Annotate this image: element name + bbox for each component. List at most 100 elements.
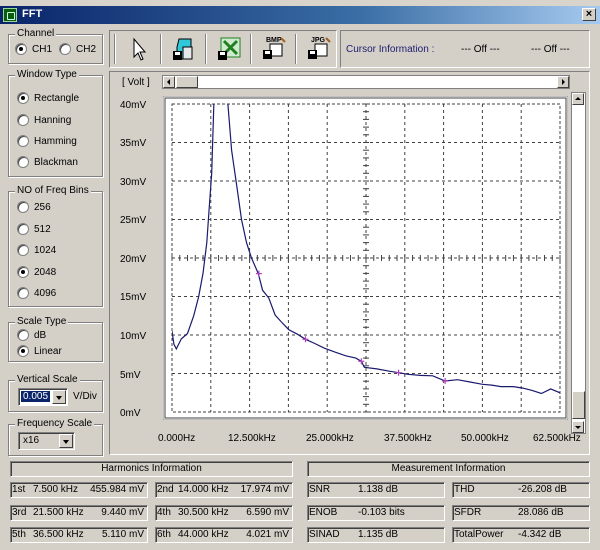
toolbar-separator [250,34,252,64]
harmonic-amplitude: 4.021 mV [246,529,289,540]
radio-bins-512[interactable]: 512 [17,223,51,235]
save-bmp-button[interactable]: BMP [253,33,293,65]
measurement-cell: SFDR 28.086 dB [452,505,590,521]
harmonic-amplitude: 455.984 mV [90,484,144,495]
radio-label: Hanning [34,114,72,126]
radio-hanning[interactable]: Hanning [17,114,71,126]
vertical-scale-select[interactable]: 0.005 [18,388,68,406]
radio-ch2[interactable]: CH2 [59,43,96,55]
x-tick-label: 0.000Hz [158,433,196,444]
harmonic-frequency: 21.500 kHz [33,507,84,518]
cursor-info-panel: Cursor Information : --- Off --- --- Off… [340,30,590,68]
radio-linear[interactable]: Linear [17,345,62,357]
scroll-up-button[interactable] [572,93,584,105]
save-data-button[interactable] [163,33,203,65]
harmonic-cell: 1st 7.500 kHz 455.984 mV [10,482,148,498]
harmonic-order: 1st [12,484,26,495]
measurement-name: TotalPower [454,529,504,540]
chevron-down-icon[interactable] [52,390,66,404]
measurement-cell: SINAD 1.135 dB [307,527,445,543]
bmp-save-icon: BMP [263,37,286,59]
harmonic-cell: 5th 36.500 kHz 5.110 mV [10,527,148,543]
radio-label: dB [34,329,47,341]
measurement-title: Measurement Information [307,461,590,477]
close-button[interactable]: × [582,8,596,21]
measurement-value: -26.208 dB [518,484,567,495]
scroll-thumb[interactable] [572,391,585,419]
scroll-right-button[interactable] [557,76,569,88]
measurement-name: SFDR [454,507,482,518]
radio-bins-1024[interactable]: 1024 [17,244,56,256]
window-type-group-label: Window Type [15,69,79,80]
radio-dot [17,156,29,168]
radio-label: CH2 [76,43,97,55]
radio-label: Rectangle [34,92,80,104]
measurement-cell: SNR 1.138 dB [307,482,445,498]
harmonic-order: 4th [157,507,171,518]
measurement-name: ENOB [309,507,338,518]
radio-hamming[interactable]: Hamming [17,135,77,147]
y-tick-label: 20mV [120,254,147,265]
export-excel-button[interactable] [208,33,248,65]
harmonic-frequency: 30.500 kHz [178,507,229,518]
radio-label: Blackman [34,156,78,168]
y-tick-label: 5mV [120,370,141,381]
harmonic-order: 3rd [12,507,27,518]
frequency-scale-select[interactable]: x16 [18,432,75,450]
save-disk-icon [173,38,193,60]
radio-bins-2048[interactable]: 2048 [17,266,56,278]
spectrum-chart[interactable] [163,96,568,420]
x-tick-label: 37.500kHz [384,433,432,444]
bmp-badge: BMP [266,37,282,44]
harmonic-cell: 2nd 14.000 kHz 17.974 mV [155,482,293,498]
scroll-down-button[interactable] [572,421,584,433]
measurement-value: -0.103 bits [358,507,405,518]
cursor-button[interactable] [118,33,158,65]
radio-rectangle[interactable]: Rectangle [17,92,79,104]
radio-bins-256[interactable]: 256 [17,201,51,213]
freq-bins-group-label: NO of Freq Bins [15,185,91,196]
radio-ch1[interactable]: CH1 [15,43,52,55]
channel-group: Channel CH1 CH2 [8,28,103,64]
scroll-thumb[interactable] [176,76,198,88]
close-icon: × [585,8,593,20]
x-tick-label: 62.500kHz [533,433,581,444]
vertical-scale-group: Vertical Scale 0.005 V/Div [8,374,103,412]
measurement-value: 28.086 dB [518,507,564,518]
cursor-value-2: --- Off --- [531,44,570,55]
harmonic-frequency: 36.500 kHz [33,529,84,540]
unit-label: [ Volt ] [122,77,150,88]
radio-dot [59,43,71,55]
vertical-scrollbar[interactable] [571,92,586,434]
measurement-value: 1.138 dB [358,484,399,495]
x-tick-label: 50.000kHz [461,433,509,444]
frequency-scale-value: x16 [23,435,40,446]
horizontal-scrollbar[interactable] [162,75,570,89]
vertical-scale-unit: V/Div [73,391,97,402]
radio-label: 4096 [34,287,57,299]
harmonics-title: Harmonics Information [10,461,293,477]
radio-bins-4096[interactable]: 4096 [17,287,56,299]
measurement-cell: ENOB -0.103 bits [307,505,445,521]
scale-type-group: Scale Type dB Linear [8,316,103,362]
radio-dot [17,244,29,256]
channel-group-label: Channel [15,28,57,39]
chevron-down-icon[interactable] [59,434,73,448]
toolbar: BMP JPG [109,30,337,68]
radio-db[interactable]: dB [17,329,46,341]
y-tick-label: 15mV [120,292,147,303]
measurement-value: 1.135 dB [358,529,399,540]
harmonic-amplitude: 9.440 mV [101,507,144,518]
y-tick-label: 35mV [120,138,147,149]
harmonic-order: 5th [12,529,26,540]
title-bar: FFT × [0,6,600,24]
radio-dot [15,43,27,55]
save-jpg-button[interactable]: JPG [298,33,338,65]
radio-dot [17,135,29,147]
scroll-left-button[interactable] [163,76,175,88]
scale-type-group-label: Scale Type [15,316,69,327]
harmonic-frequency: 7.500 kHz [33,484,79,495]
x-tick-label: 12.500kHz [228,433,276,444]
radio-blackman[interactable]: Blackman [17,156,78,168]
measurement-value: -4.342 dB [518,529,562,540]
